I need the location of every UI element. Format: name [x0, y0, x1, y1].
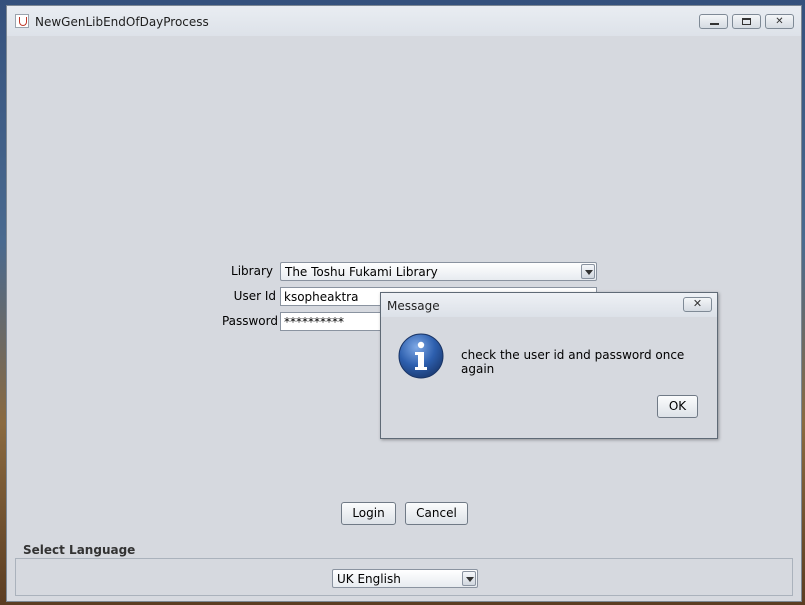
chevron-down-icon — [581, 264, 595, 279]
userid-label: User Id — [233, 289, 276, 303]
maximize-button[interactable] — [732, 14, 761, 29]
login-button[interactable]: Login — [341, 502, 396, 525]
cancel-button[interactable]: Cancel — [405, 502, 468, 525]
minimize-icon — [710, 23, 719, 25]
message-dialog: Message ✕ check the user id and password… — [380, 292, 718, 439]
close-button[interactable]: ✕ — [765, 14, 794, 29]
info-icon — [398, 333, 444, 379]
library-select[interactable]: The Toshu Fukami Library — [280, 262, 597, 281]
dialog-close-button[interactable]: ✕ — [683, 297, 712, 312]
chevron-down-icon — [462, 571, 476, 586]
window-title: NewGenLibEndOfDayProcess — [35, 15, 209, 29]
title-bar: NewGenLibEndOfDayProcess ✕ — [7, 6, 801, 36]
java-app-icon — [15, 14, 29, 28]
ok-button[interactable]: OK — [657, 395, 698, 418]
dialog-title: Message — [387, 299, 440, 313]
password-label: Password — [221, 314, 278, 328]
close-icon: ✕ — [775, 16, 784, 27]
language-panel: UK English — [15, 558, 793, 596]
language-select[interactable]: UK English — [332, 569, 478, 588]
language-section-title: Select Language — [23, 543, 136, 557]
library-label: Library — [231, 264, 273, 278]
minimize-button[interactable] — [699, 14, 728, 29]
close-icon: ✕ — [692, 297, 703, 310]
maximize-icon — [742, 18, 751, 25]
language-value: UK English — [337, 572, 401, 586]
dialog-title-bar: Message ✕ — [381, 293, 717, 317]
dialog-message: check the user id and password once agai… — [461, 348, 685, 376]
library-value: The Toshu Fukami Library — [285, 265, 438, 279]
